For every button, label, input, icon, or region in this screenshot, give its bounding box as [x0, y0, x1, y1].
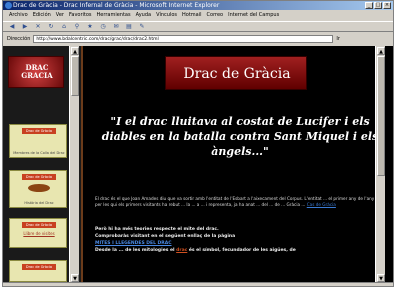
close-button[interactable]: ×	[383, 2, 391, 9]
drac-link[interactable]: drac	[176, 248, 187, 253]
myth-text-a: Però hi ha més teories respecte el mite …	[95, 227, 219, 232]
go-button[interactable]: Ir	[336, 36, 340, 42]
intro-paragraph: El drac és el que Joan Amades diu que va…	[95, 196, 385, 208]
scrollbar-thumb[interactable]	[71, 56, 79, 96]
nav-thumbnail-4[interactable]: Drac de Gràcia	[9, 260, 67, 282]
menu-ayuda[interactable]: Ayuda	[136, 11, 151, 20]
menu-edicion[interactable]: Edición	[33, 11, 51, 20]
edit-icon[interactable]: ✎	[137, 23, 147, 31]
menu-herramientas[interactable]: Herramientas	[97, 11, 131, 20]
myth-text-b: Comprobaràs visitant en el següent enlla…	[95, 234, 236, 239]
mail-icon[interactable]: ✉	[111, 23, 121, 31]
myths-legends-link[interactable]: MITES I LLEGENDES DEL DRAC	[95, 240, 385, 247]
address-bar: Dirección http://www.bdalcentric.com/dra…	[3, 33, 393, 44]
banner-title: Drac de Gràcia	[183, 66, 291, 82]
minimize-button[interactable]: _	[365, 2, 373, 9]
myth-paragraph: Però hi ha més teories respecte el mite …	[95, 226, 385, 254]
nav-thumbnail-guestbook[interactable]: Drac de Gràcia Llibre de visites	[9, 218, 67, 248]
search-icon[interactable]: ⚲	[72, 23, 82, 31]
address-input[interactable]: http://www.bdalcentric.com/drac/grac/dra…	[33, 34, 334, 43]
page-viewport: DRAC GRACIA Drac de Gràcia Membres de la…	[3, 46, 393, 284]
guestbook-link[interactable]: Llibre de visites	[13, 231, 65, 236]
thumbnail-title: Drac de Gràcia	[22, 264, 56, 270]
main-frame-scrollbar[interactable]: ▲ ▼	[375, 46, 385, 284]
intro-quote: "I el drac lluitava al costat de Lucifer…	[101, 115, 379, 158]
thumbnail-title: Drac de Gràcia	[22, 174, 56, 180]
status-bar	[3, 282, 393, 286]
thumbnail-title: Drac de Gràcia	[22, 222, 56, 228]
site-logo[interactable]: DRAC GRACIA	[8, 56, 64, 88]
nav-thumbnail-members[interactable]: Drac de Gràcia Membres de la Colla del D…	[9, 124, 67, 158]
site-banner: Drac de Gràcia	[165, 56, 307, 90]
address-label: Dirección	[7, 35, 31, 42]
back-icon[interactable]: ◀	[7, 23, 17, 31]
myth-text-d: és el símbol, fecundador de les aigües, …	[187, 248, 296, 253]
favorites-icon[interactable]: ★	[85, 23, 95, 31]
menu-bar: Archivo Edición Ver Favoritos Herramient…	[3, 11, 393, 20]
stop-icon[interactable]: ✕	[33, 23, 43, 31]
maximize-button[interactable]: □	[374, 2, 382, 9]
scrollbar-thumb[interactable]	[377, 56, 385, 176]
logo-text: DRAC GRACIA	[21, 63, 53, 80]
thumbnail-title: Drac de Gràcia	[22, 128, 56, 134]
intro-text: El drac és el que Joan Amades diu que va…	[95, 196, 383, 207]
browser-window: Drac de Gràcia - Drac Infernal de Gràcia…	[2, 0, 394, 287]
menu-hotmail[interactable]: Hotmail	[182, 11, 202, 20]
title-bar: Drac de Gràcia - Drac Infernal de Gràcia…	[3, 1, 393, 10]
menu-internet-campus[interactable]: Internet del Campus	[228, 11, 279, 20]
print-icon[interactable]: ▤	[124, 23, 134, 31]
menu-ver[interactable]: Ver	[56, 11, 64, 20]
scroll-down-icon[interactable]: ▼	[71, 274, 79, 282]
nav-thumbnail-history[interactable]: Drac de Gràcia Història del Drac	[9, 170, 67, 208]
menu-correo[interactable]: Correo	[207, 11, 224, 20]
scroll-up-icon[interactable]: ▲	[71, 47, 79, 55]
toolbar: ◀ ▶ ✕ ↻ ⌂ ⚲ ★ ◷ ✉ ▤ ✎	[3, 21, 393, 32]
browser-logo-icon	[5, 2, 12, 9]
intro-link[interactable]: Cas de Gràcia	[307, 202, 336, 207]
left-frame-scrollbar[interactable]: ▲ ▼	[69, 46, 79, 284]
main-content-frame: Drac de Gràcia "I el drac lluitava al co…	[85, 46, 385, 284]
menu-favoritos[interactable]: Favoritos	[69, 11, 92, 20]
menu-vinculos[interactable]: Vínculos	[156, 11, 177, 20]
window-title: Drac de Gràcia - Drac Infernal de Gràcia…	[13, 2, 220, 9]
scroll-up-icon[interactable]: ▲	[377, 47, 385, 55]
forward-icon[interactable]: ▶	[20, 23, 30, 31]
thumbnail-caption: Membres de la Colla del Drac	[13, 151, 65, 155]
myth-text-c: Desde la ... de les mitologies el	[95, 248, 177, 253]
thumbnail-caption: Història del Drac	[24, 201, 54, 205]
home-icon[interactable]: ⌂	[59, 23, 69, 31]
history-icon[interactable]: ◷	[98, 23, 108, 31]
left-navigation-frame: DRAC GRACIA Drac de Gràcia Membres de la…	[3, 46, 83, 284]
scroll-down-icon[interactable]: ▼	[377, 274, 385, 282]
refresh-icon[interactable]: ↻	[46, 23, 56, 31]
dragon-image	[28, 184, 50, 192]
menu-archivo[interactable]: Archivo	[9, 11, 28, 20]
